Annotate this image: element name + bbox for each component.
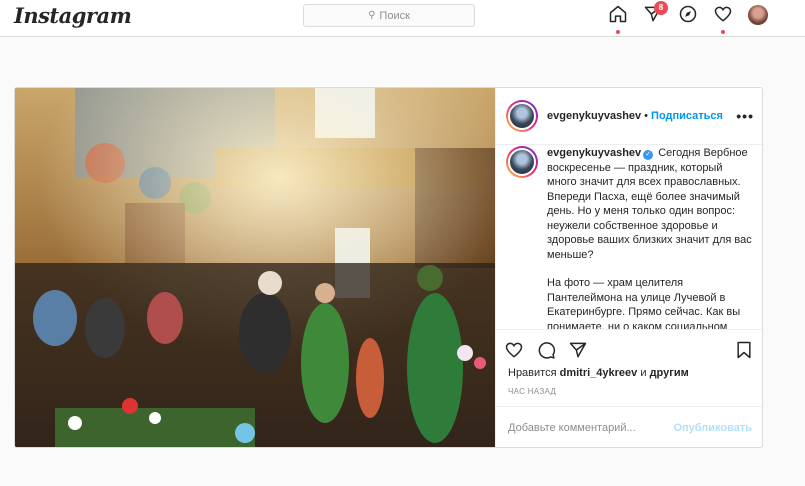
likes-and: и <box>640 367 647 379</box>
header-separator: • <box>644 110 649 122</box>
caption-avatar[interactable] <box>506 146 538 178</box>
activity-button[interactable] <box>705 4 740 34</box>
more-options-button[interactable]: ••• <box>736 108 754 124</box>
bookmark-icon <box>737 341 751 359</box>
publish-button[interactable]: Опубликовать <box>673 422 752 434</box>
activity-dot <box>720 30 725 34</box>
church-photo-image <box>15 88 495 447</box>
top-navigation-bar: Instagram ⚲ Поиск 8 <box>0 0 805 37</box>
direct-button[interactable]: 8 <box>635 1 670 28</box>
home-button[interactable] <box>600 4 635 34</box>
caption-paragraph-2: На фото — храм целителя Пантелеймона на … <box>547 277 741 329</box>
post-card: evgenykuyvashev • Подписаться ••• evgeny… <box>14 87 763 448</box>
home-icon <box>609 5 626 23</box>
heart-icon <box>505 342 523 358</box>
author-avatar[interactable] <box>506 100 538 132</box>
likes-summary: Нравится dmitri_4ykreev и другим <box>508 367 689 379</box>
caption-paragraph-1: Сегодня Вербное воскресенье — праздник, … <box>547 147 752 261</box>
action-buttons <box>504 340 600 362</box>
likes-others[interactable]: другим <box>650 367 689 379</box>
home-active-dot <box>615 30 620 34</box>
post-photo[interactable] <box>15 88 495 447</box>
verified-badge-icon: ✓ <box>643 150 654 160</box>
explore-button[interactable] <box>670 4 705 28</box>
notification-badge: 8 <box>654 1 668 15</box>
author-avatar-image <box>508 102 536 130</box>
compass-icon <box>679 5 696 23</box>
heart-icon <box>714 6 731 22</box>
comment-box: Добавьте комментарий... Опубликовать <box>496 406 762 447</box>
search-placeholder: Поиск <box>379 9 410 22</box>
share-button[interactable] <box>568 340 600 362</box>
post-header: evgenykuyvashev • Подписаться ••• <box>496 88 762 145</box>
search-input[interactable]: ⚲ Поиск <box>303 4 475 27</box>
search-icon: ⚲ <box>368 10 376 21</box>
share-icon <box>569 342 587 358</box>
post-timestamp[interactable]: ЧАС НАЗАД <box>508 387 556 396</box>
post-sidebar: evgenykuyvashev • Подписаться ••• evgeny… <box>495 88 762 447</box>
instagram-logo[interactable]: Instagram <box>14 3 132 28</box>
comment-button[interactable] <box>536 340 568 362</box>
follow-button[interactable]: Подписаться <box>651 110 723 122</box>
comment-input[interactable]: Добавьте комментарий... <box>508 422 673 434</box>
likes-prefix: Нравится <box>508 367 557 379</box>
caption-text: evgenykuyvashev ✓ Сегодня Вербное воскрес… <box>547 146 754 329</box>
author-username[interactable]: evgenykuyvashev <box>547 110 641 122</box>
like-button[interactable] <box>504 340 536 362</box>
profile-button[interactable] <box>740 4 775 28</box>
likes-user[interactable]: dmitri_4ykreev <box>560 367 638 379</box>
post-caption: evgenykuyvashev ✓ Сегодня Вербное воскрес… <box>496 146 762 329</box>
caption-avatar-image <box>508 148 536 176</box>
nav-icons: 8 <box>600 1 775 34</box>
comment-icon <box>538 342 556 359</box>
save-button[interactable] <box>734 340 754 365</box>
profile-avatar <box>747 5 768 25</box>
caption-username[interactable]: evgenykuyvashev <box>547 147 641 159</box>
